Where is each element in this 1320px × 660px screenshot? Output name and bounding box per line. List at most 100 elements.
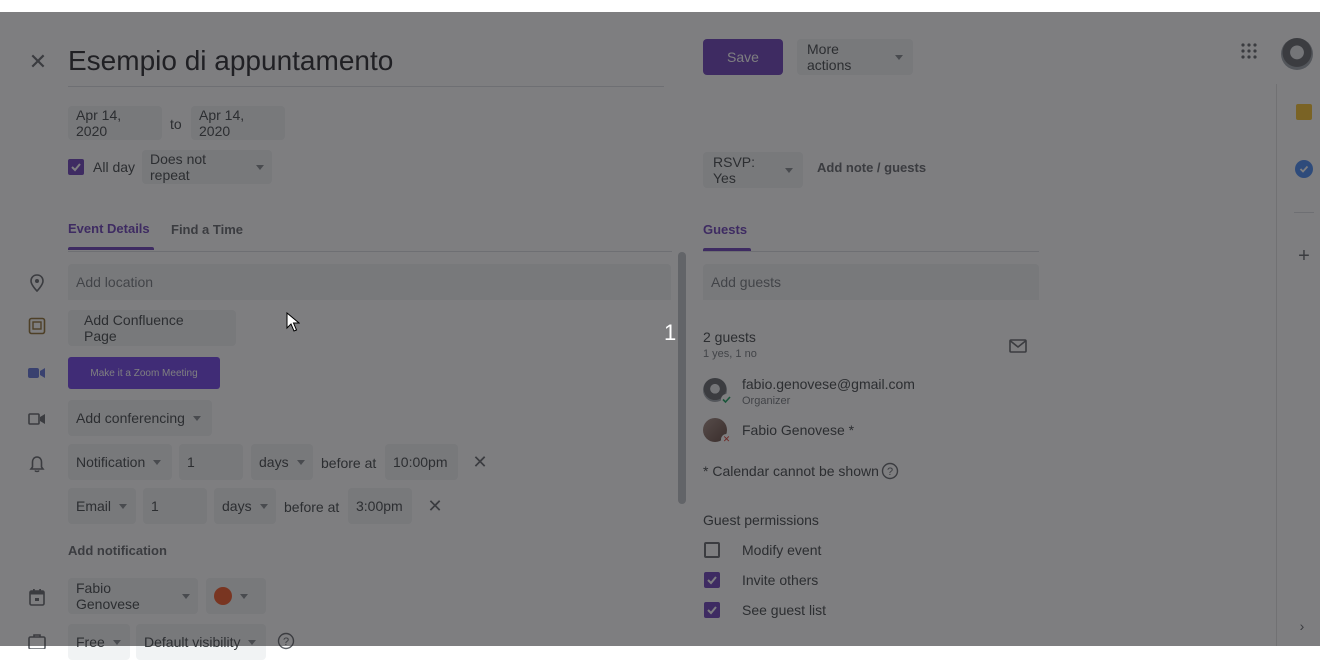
tab-event-details[interactable]: Event Details [68, 220, 156, 252]
event-title-input[interactable]: Esempio di appuntamento [68, 42, 664, 87]
invite-others-checkbox[interactable] [704, 572, 720, 588]
modify-event-checkbox[interactable] [704, 542, 720, 558]
calendar-owner-text: Fabio Genovese [76, 580, 140, 612]
mouse-cursor-icon [286, 311, 302, 332]
check-icon [707, 576, 717, 585]
chevron-down-icon [296, 459, 305, 465]
rsvp-dropdown[interactable]: RSVP: Yes [703, 152, 803, 188]
date-to-label: to [170, 116, 182, 132]
see-guest-list-checkbox[interactable] [704, 602, 720, 618]
guest-count: 2 guests [703, 329, 756, 345]
location-input[interactable]: Add location [68, 264, 671, 300]
notification-unit-dropdown[interactable]: days [251, 444, 313, 480]
help-icon[interactable]: ? [277, 632, 295, 650]
email-unit-dropdown[interactable]: days [214, 488, 276, 524]
svg-text:?: ? [283, 636, 289, 648]
video-camera-icon [28, 412, 46, 426]
availability-text: Free [76, 634, 105, 650]
chevron-down-icon [192, 415, 201, 421]
allday-checkbox[interactable] [68, 159, 84, 175]
email-time-input[interactable]: 3:00pm [348, 488, 412, 524]
event-title-text: Esempio di appuntamento [68, 45, 394, 76]
email-type-dropdown[interactable]: Email [68, 488, 136, 524]
keep-notes-icon[interactable] [1296, 104, 1312, 120]
event-editor-page: ✕ Esempio di appuntamento Apr 14, 2020 t… [0, 12, 1320, 660]
chevron-down-icon [240, 593, 248, 599]
visibility-dropdown[interactable]: Default visibility [136, 624, 266, 660]
check-icon [707, 606, 717, 615]
zoom-meeting-label: Make it a Zoom Meeting [90, 367, 198, 379]
remove-notification-icon[interactable]: ✕ [470, 452, 490, 472]
scrollbar-thumb[interactable] [678, 252, 686, 504]
add-conferencing-label: Add conferencing [76, 410, 185, 426]
add-confluence-label: Add Confluence Page [84, 312, 184, 344]
notification-type-dropdown[interactable]: Notification [68, 444, 172, 480]
tab-find-a-time[interactable]: Find a Time [171, 222, 243, 237]
repeat-text: Does not repeat [150, 151, 207, 183]
guest-name[interactable]: Fabio Genovese * [742, 422, 854, 438]
end-date-button[interactable]: Apr 14, 2020 [191, 106, 285, 140]
notification-amount-input[interactable]: 1 [179, 444, 243, 480]
step-marker: 1 [664, 320, 677, 345]
notification-amount-text: 1 [187, 454, 195, 470]
apps-grid-icon[interactable] [1241, 43, 1257, 59]
tab-indicator [68, 247, 154, 250]
event-color-dropdown[interactable] [206, 578, 266, 614]
guest-name[interactable]: fabio.genovese@gmail.com [742, 376, 915, 392]
location-pin-icon [28, 274, 46, 292]
check-icon [71, 163, 81, 172]
notification-time-text: 10:00pm [393, 454, 448, 470]
user-avatar[interactable] [1281, 38, 1313, 70]
add-guests-input[interactable]: Add guests [703, 264, 1039, 300]
more-actions-dropdown[interactable]: More actions [797, 39, 913, 75]
email-guests-icon[interactable] [1008, 338, 1028, 354]
visibility-text: Default visibility [144, 634, 241, 650]
calendar-owner-dropdown[interactable]: Fabio Genovese [68, 578, 198, 614]
chevron-right-icon[interactable]: › [1294, 618, 1310, 634]
availability-dropdown[interactable]: Free [68, 624, 130, 660]
chevron-down-icon [119, 503, 128, 509]
email-amount-input[interactable]: 1 [143, 488, 207, 524]
add-conferencing-dropdown[interactable]: Add conferencing [68, 400, 212, 436]
chevron-down-icon [259, 503, 268, 509]
save-button[interactable]: Save [703, 39, 783, 75]
notification-time-input[interactable]: 10:00pm [385, 444, 458, 480]
rsvp-text: RSVP: Yes [713, 154, 756, 186]
modify-event-label: Modify event [742, 542, 822, 558]
accepted-check-icon [721, 394, 732, 405]
tasks-icon[interactable] [1295, 160, 1313, 178]
chevron-down-icon [256, 164, 264, 170]
more-actions-label: More actions [807, 41, 852, 73]
chevron-down-icon [248, 639, 257, 645]
chevron-down-icon [785, 167, 793, 173]
email-amount-text: 1 [151, 498, 159, 514]
email-unit-text: days [222, 498, 252, 514]
add-addon-icon[interactable]: + [1294, 245, 1314, 267]
tabs-divider [68, 251, 672, 252]
zoom-meeting-button[interactable]: Make it a Zoom Meeting [68, 357, 220, 389]
start-date-text: Apr 14, 2020 [76, 107, 122, 139]
calendar-note: * Calendar cannot be shown [703, 463, 879, 479]
email-before-at-label: before at [284, 499, 340, 515]
see-guest-list-label: See guest list [742, 602, 827, 618]
add-note-guests-link[interactable]: Add note / guests [817, 160, 926, 175]
help-icon[interactable]: ? [881, 462, 899, 480]
guests-divider [703, 251, 1039, 252]
confluence-icon [28, 317, 46, 335]
email-type-text: Email [76, 498, 112, 514]
tab-event-details-label: Event Details [68, 221, 150, 236]
remove-email-icon[interactable]: ✕ [425, 496, 445, 516]
repeat-dropdown[interactable]: Does not repeat [142, 150, 272, 184]
close-icon[interactable]: ✕ [26, 49, 50, 74]
notification-type-text: Notification [76, 454, 146, 470]
add-confluence-button[interactable]: Add Confluence Page [68, 310, 236, 346]
start-date-button[interactable]: Apr 14, 2020 [68, 106, 162, 140]
zoom-camera-icon [28, 366, 46, 380]
add-notification-link[interactable]: Add notification [68, 543, 167, 558]
guest-role: Organizer [742, 395, 791, 407]
svg-text:?: ? [887, 466, 893, 478]
chevron-down-icon [153, 459, 162, 465]
add-guests-placeholder: Add guests [711, 274, 782, 290]
save-button-label: Save [727, 49, 759, 65]
tab-guests[interactable]: Guests [703, 222, 747, 237]
